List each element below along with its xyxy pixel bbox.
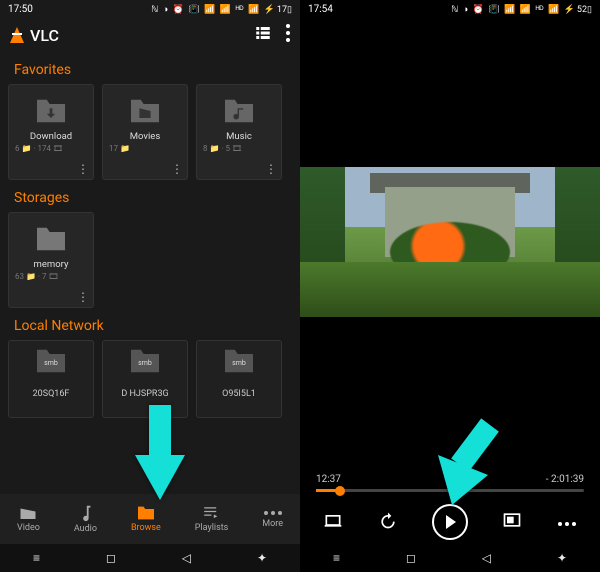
time-remaining: - 2:01:39 <box>546 474 584 485</box>
folder-smb-icon: smb <box>128 347 162 379</box>
vlc-player-screen: 17:54 ℕ ◑ ⏰ 📳 📶 📶 ᴴᴰ 📶 ⚡52▯ 12:37 - 2:01… <box>300 0 600 572</box>
volte-icon: ᴴᴰ <box>236 5 244 15</box>
lan-tile[interactable]: smb O95I5L1 <box>196 340 282 418</box>
tile-label: O95I5L1 <box>222 389 256 399</box>
nfc-icon: ℕ <box>151 5 158 15</box>
folder-movies-icon <box>128 97 162 125</box>
tile-label: Download <box>13 131 89 142</box>
storages-row: memory 63 📁 · 7 🎞 ⋮ <box>0 212 300 308</box>
folder-icon <box>34 225 68 253</box>
signal2-icon: 📶 <box>548 5 559 15</box>
tile-menu-button[interactable]: ⋮ <box>77 167 89 171</box>
wifi-icon: 📶 <box>204 5 215 15</box>
accessibility-button[interactable]: ✦ <box>557 551 567 565</box>
favorite-tile-music[interactable]: Music 8 📁 · 5 🎞 ⋮ <box>196 84 282 180</box>
vlc-browse-screen: 17:50 ℕ ◑ ⏰ 📳 📶 📶 ᴴᴰ 📶 ⚡17▯ VLC Favorite <box>0 0 300 572</box>
alarm-icon: ⏰ <box>173 5 184 15</box>
folder-smb-icon: smb <box>34 347 68 379</box>
tile-label: 20SQ16F <box>33 389 70 399</box>
tile-label: Movies <box>107 131 183 142</box>
app-header: VLC <box>0 18 300 52</box>
dnd-icon: ◑ <box>163 5 168 15</box>
vibrate-icon: 📳 <box>189 5 200 15</box>
repeat-button[interactable] <box>378 510 398 534</box>
tile-menu-button[interactable]: ⋮ <box>171 167 183 171</box>
vlc-cone-icon <box>10 27 24 43</box>
aspect-ratio-button[interactable] <box>502 511 522 533</box>
play-button[interactable] <box>432 504 468 540</box>
section-storages: Storages <box>0 180 300 212</box>
video-surface[interactable] <box>300 18 600 466</box>
player-controls <box>300 496 600 544</box>
tile-sub: 8 📁 · 5 🎞 <box>201 144 277 153</box>
dnd-icon: ◑ <box>463 5 468 15</box>
status-icons: ℕ ◑ ⏰ 📳 📶 📶 ᴴᴰ 📶 ⚡52▯ <box>449 4 592 15</box>
overflow-menu-button[interactable] <box>286 24 290 46</box>
status-time: 17:54 <box>308 4 333 15</box>
favorites-row: Download 6 📁 · 174 🎞 ⋮ Movies 17 📁 ⋮ Mus… <box>0 84 300 180</box>
favorite-tile-movies[interactable]: Movies 17 📁 ⋮ <box>102 84 188 180</box>
tile-label: memory <box>13 259 89 270</box>
vibrate-icon: 📳 <box>489 5 500 15</box>
more-options-button[interactable] <box>557 513 577 532</box>
storage-tile-memory[interactable]: memory 63 📁 · 7 🎞 ⋮ <box>8 212 94 308</box>
nav-audio[interactable]: Audio <box>74 504 97 534</box>
favorite-tile-download[interactable]: Download 6 📁 · 174 🎞 ⋮ <box>8 84 94 180</box>
folder-music-icon <box>222 97 256 125</box>
signal2-icon: 📶 <box>248 5 259 15</box>
seek-bar[interactable] <box>316 489 584 492</box>
lan-tile[interactable]: smb 20SQ16F <box>8 340 94 418</box>
play-icon <box>446 515 456 529</box>
bottom-nav: Video Audio Browse Playlists More <box>0 494 300 544</box>
tile-menu-button[interactable]: ⋮ <box>77 295 89 299</box>
volte-icon: ᴴᴰ <box>536 5 544 15</box>
nav-video[interactable]: Video <box>17 505 40 533</box>
app-brand: VLC <box>10 26 59 45</box>
recents-button[interactable]: ≡ <box>333 551 340 565</box>
section-local-network: Local Network <box>0 308 300 340</box>
folder-smb-icon: smb <box>222 347 256 379</box>
video-frame <box>300 167 600 317</box>
tile-sub: 17 📁 <box>107 144 183 153</box>
seek-thumb[interactable] <box>335 486 345 496</box>
tile-label: Music <box>201 131 277 142</box>
folder-download-icon <box>34 97 68 125</box>
back-button[interactable]: ◁ <box>182 551 191 565</box>
status-time: 17:50 <box>8 4 33 15</box>
nfc-icon: ℕ <box>451 5 458 15</box>
home-button[interactable]: ◻ <box>406 551 416 565</box>
tile-sub: 63 📁 · 7 🎞 <box>13 272 89 281</box>
battery-icon: ⚡17▯ <box>264 5 292 15</box>
system-nav: ≡ ◻ ◁ ✦ <box>300 544 600 572</box>
app-title: VLC <box>30 26 59 45</box>
local-network-row: smb 20SQ16F smb D HJSPR3G smb O95I5L1 <box>0 340 300 426</box>
alarm-icon: ⏰ <box>473 5 484 15</box>
signal-icon: 📶 <box>220 5 231 15</box>
tile-menu-button[interactable]: ⋮ <box>265 167 277 171</box>
scene-grass <box>300 262 600 317</box>
status-bar: 17:54 ℕ ◑ ⏰ 📳 📶 📶 ᴴᴰ 📶 ⚡52▯ <box>300 0 600 18</box>
accessibility-button[interactable]: ✦ <box>257 551 267 565</box>
lan-tile[interactable]: smb D HJSPR3G <box>102 340 188 418</box>
time-elapsed: 12:37 <box>316 474 341 485</box>
signal-icon: 📶 <box>520 5 531 15</box>
scrubber: 12:37 - 2:01:39 <box>300 466 600 496</box>
back-button[interactable]: ◁ <box>482 551 491 565</box>
battery-icon: ⚡52▯ <box>564 5 592 15</box>
lock-rotation-button[interactable] <box>323 511 343 533</box>
home-button[interactable]: ◻ <box>106 551 116 565</box>
status-bar: 17:50 ℕ ◑ ⏰ 📳 📶 📶 ᴴᴰ 📶 ⚡17▯ <box>0 0 300 18</box>
section-favorites: Favorites <box>0 52 300 84</box>
nav-playlists[interactable]: Playlists <box>195 505 229 533</box>
view-list-button[interactable] <box>254 24 272 46</box>
wifi-icon: 📶 <box>504 5 515 15</box>
nav-browse[interactable]: Browse <box>131 505 161 533</box>
tile-label: D HJSPR3G <box>121 389 168 399</box>
tile-sub: 6 📁 · 174 🎞 <box>13 144 89 153</box>
nav-more[interactable]: More <box>262 509 283 529</box>
recents-button[interactable]: ≡ <box>33 551 40 565</box>
system-nav: ≡ ◻ ◁ ✦ <box>0 544 300 572</box>
status-icons: ℕ ◑ ⏰ 📳 📶 📶 ᴴᴰ 📶 ⚡17▯ <box>149 4 292 15</box>
